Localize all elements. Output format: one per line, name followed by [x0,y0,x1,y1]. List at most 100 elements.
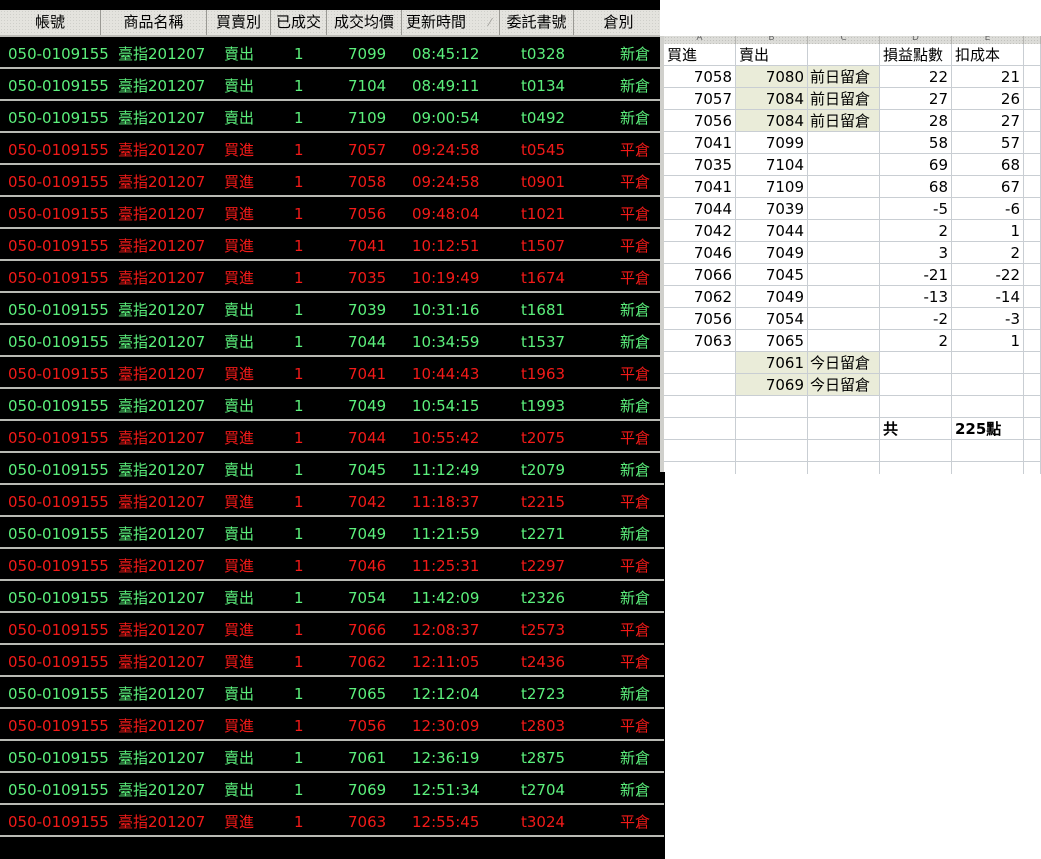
note-cell[interactable] [808,242,880,264]
column-header-order-no[interactable]: 委託書號 [500,10,574,35]
net-points-cell[interactable]: 27 [952,110,1024,132]
empty-cell[interactable] [664,418,736,440]
buy-price-cell[interactable] [664,374,736,396]
empty-cell[interactable] [1024,286,1041,308]
sell-price-cell[interactable]: 7069 [736,374,808,396]
total-label-cell[interactable]: 共 [880,418,952,440]
trade-row[interactable]: 050-0109155 臺指201207 買進 1 7058 09:24:58 t0901 平… [0,165,664,197]
buy-price-cell[interactable]: 7046 [664,242,736,264]
column-letter-d[interactable]: D [880,36,952,44]
empty-cell[interactable] [1024,352,1041,374]
empty-cell[interactable] [808,440,880,462]
empty-cell[interactable] [952,440,1024,462]
trade-row[interactable]: 050-0109155 臺指201207 買進 1 7056 09:48:04 t1021 平… [0,197,664,229]
empty-cell[interactable] [1024,396,1041,418]
note-cell[interactable] [808,308,880,330]
buy-price-cell[interactable]: 7044 [664,198,736,220]
net-points-cell[interactable]: 57 [952,132,1024,154]
note-cell[interactable] [808,132,880,154]
sell-price-cell[interactable]: 7045 [736,264,808,286]
net-points-cell[interactable]: -14 [952,286,1024,308]
empty-cell[interactable] [808,418,880,440]
empty-cell[interactable] [736,462,808,474]
empty-cell[interactable] [1024,374,1041,396]
net-points-cell[interactable]: 21 [952,66,1024,88]
trade-row[interactable]: 050-0109155 臺指201207 買進 1 7035 10:19:49 t1674 平… [0,261,664,293]
buy-price-cell[interactable]: 7062 [664,286,736,308]
empty-cell[interactable] [1024,88,1041,110]
empty-cell[interactable] [1024,44,1041,66]
trade-row[interactable]: 050-0109155 臺指201207 賣出 1 7039 10:31:16 t1681 新… [0,293,664,325]
empty-cell[interactable] [1024,264,1041,286]
sell-price-cell[interactable]: 7049 [736,242,808,264]
trade-row[interactable]: 050-0109155 臺指201207 賣出 1 7099 08:45:12 t0328 新… [0,37,664,69]
buy-price-cell[interactable] [664,396,736,418]
sell-price-cell[interactable] [736,396,808,418]
net-points-cell[interactable]: 1 [952,220,1024,242]
net-points-cell[interactable]: 68 [952,154,1024,176]
buy-price-cell[interactable]: 7056 [664,308,736,330]
empty-cell[interactable] [1024,220,1041,242]
trade-row[interactable]: 050-0109155 臺指201207 買進 1 7066 12:08:37 t2573 平… [0,613,664,645]
empty-cell[interactable] [664,462,736,474]
pnl-points-cell[interactable]: 68 [880,176,952,198]
empty-cell[interactable] [1024,242,1041,264]
sell-price-cell[interactable]: 7080 [736,66,808,88]
pnl-points-cell[interactable]: 22 [880,66,952,88]
empty-cell[interactable] [736,440,808,462]
header-cell-buy[interactable]: 買進 [664,44,736,66]
pnl-points-cell[interactable]: 58 [880,132,952,154]
header-cell-sell[interactable]: 賣出 [736,44,808,66]
trade-row[interactable]: 050-0109155 臺指201207 買進 1 7044 10:55:42 t2075 平… [0,421,664,453]
empty-cell[interactable] [1024,198,1041,220]
net-points-cell[interactable]: -6 [952,198,1024,220]
note-cell[interactable] [808,220,880,242]
empty-cell[interactable] [808,462,880,474]
trade-row[interactable]: 050-0109155 臺指201207 賣出 1 7061 12:36:19 t2875 新… [0,741,664,773]
empty-cell[interactable] [1024,308,1041,330]
column-header-update-time[interactable]: 更新時間 ⁄ [402,10,500,35]
header-cell-net[interactable]: 扣成本 [952,44,1024,66]
sell-price-cell[interactable]: 7039 [736,198,808,220]
pnl-points-cell[interactable]: 69 [880,154,952,176]
pnl-points-cell[interactable]: -2 [880,308,952,330]
empty-cell[interactable] [1024,66,1041,88]
pnl-points-cell[interactable]: -21 [880,264,952,286]
sell-price-cell[interactable]: 7061 [736,352,808,374]
note-cell[interactable]: 今日留倉 [808,352,880,374]
note-cell[interactable]: 前日留倉 [808,110,880,132]
empty-cell[interactable] [1024,110,1041,132]
trade-row[interactable]: 050-0109155 臺指201207 買進 1 7042 11:18:37 t2215 平… [0,485,664,517]
sell-price-cell[interactable]: 7044 [736,220,808,242]
pnl-points-cell[interactable]: 28 [880,110,952,132]
empty-cell[interactable] [880,462,952,474]
buy-price-cell[interactable]: 7042 [664,220,736,242]
trade-row[interactable]: 050-0109155 臺指201207 賣出 1 7109 09:00:54 t0492 新… [0,101,664,133]
net-points-cell[interactable]: -22 [952,264,1024,286]
header-cell-pnl[interactable]: 損益點數 [880,44,952,66]
buy-price-cell[interactable]: 7058 [664,66,736,88]
net-points-cell[interactable] [952,352,1024,374]
pnl-points-cell[interactable]: 27 [880,88,952,110]
empty-cell[interactable] [1024,440,1041,462]
empty-cell[interactable] [1024,462,1041,474]
trade-row[interactable]: 050-0109155 臺指201207 買進 1 7057 09:24:58 t0545 平… [0,133,664,165]
empty-cell[interactable] [1024,132,1041,154]
pnl-points-cell[interactable] [880,352,952,374]
empty-cell[interactable] [664,440,736,462]
buy-price-cell[interactable]: 7041 [664,132,736,154]
trade-row[interactable]: 050-0109155 臺指201207 賣出 1 7049 10:54:15 t1993 新… [0,389,664,421]
column-header-account[interactable]: 帳號 [0,10,101,35]
empty-cell[interactable] [1024,176,1041,198]
note-cell[interactable] [808,198,880,220]
trade-row[interactable]: 050-0109155 臺指201207 賣出 1 7104 08:49:11 t0134 新… [0,69,664,101]
note-cell[interactable] [808,286,880,308]
trade-row[interactable]: 050-0109155 臺指201207 買進 1 7062 12:11:05 t2436 平… [0,645,664,677]
trade-row[interactable]: 050-0109155 臺指201207 賣出 1 7065 12:12:04 t2723 新… [0,677,664,709]
trade-row[interactable]: 050-0109155 臺指201207 賣出 1 7049 11:21:59 t2271 新… [0,517,664,549]
trade-row[interactable]: 050-0109155 臺指201207 賣出 1 7069 12:51:34 t2704 新… [0,773,664,805]
empty-cell[interactable] [1024,330,1041,352]
trade-row[interactable]: 050-0109155 臺指201207 賣出 1 7054 11:42:09 t2326 新… [0,581,664,613]
sell-price-cell[interactable]: 7065 [736,330,808,352]
sell-price-cell[interactable]: 7099 [736,132,808,154]
